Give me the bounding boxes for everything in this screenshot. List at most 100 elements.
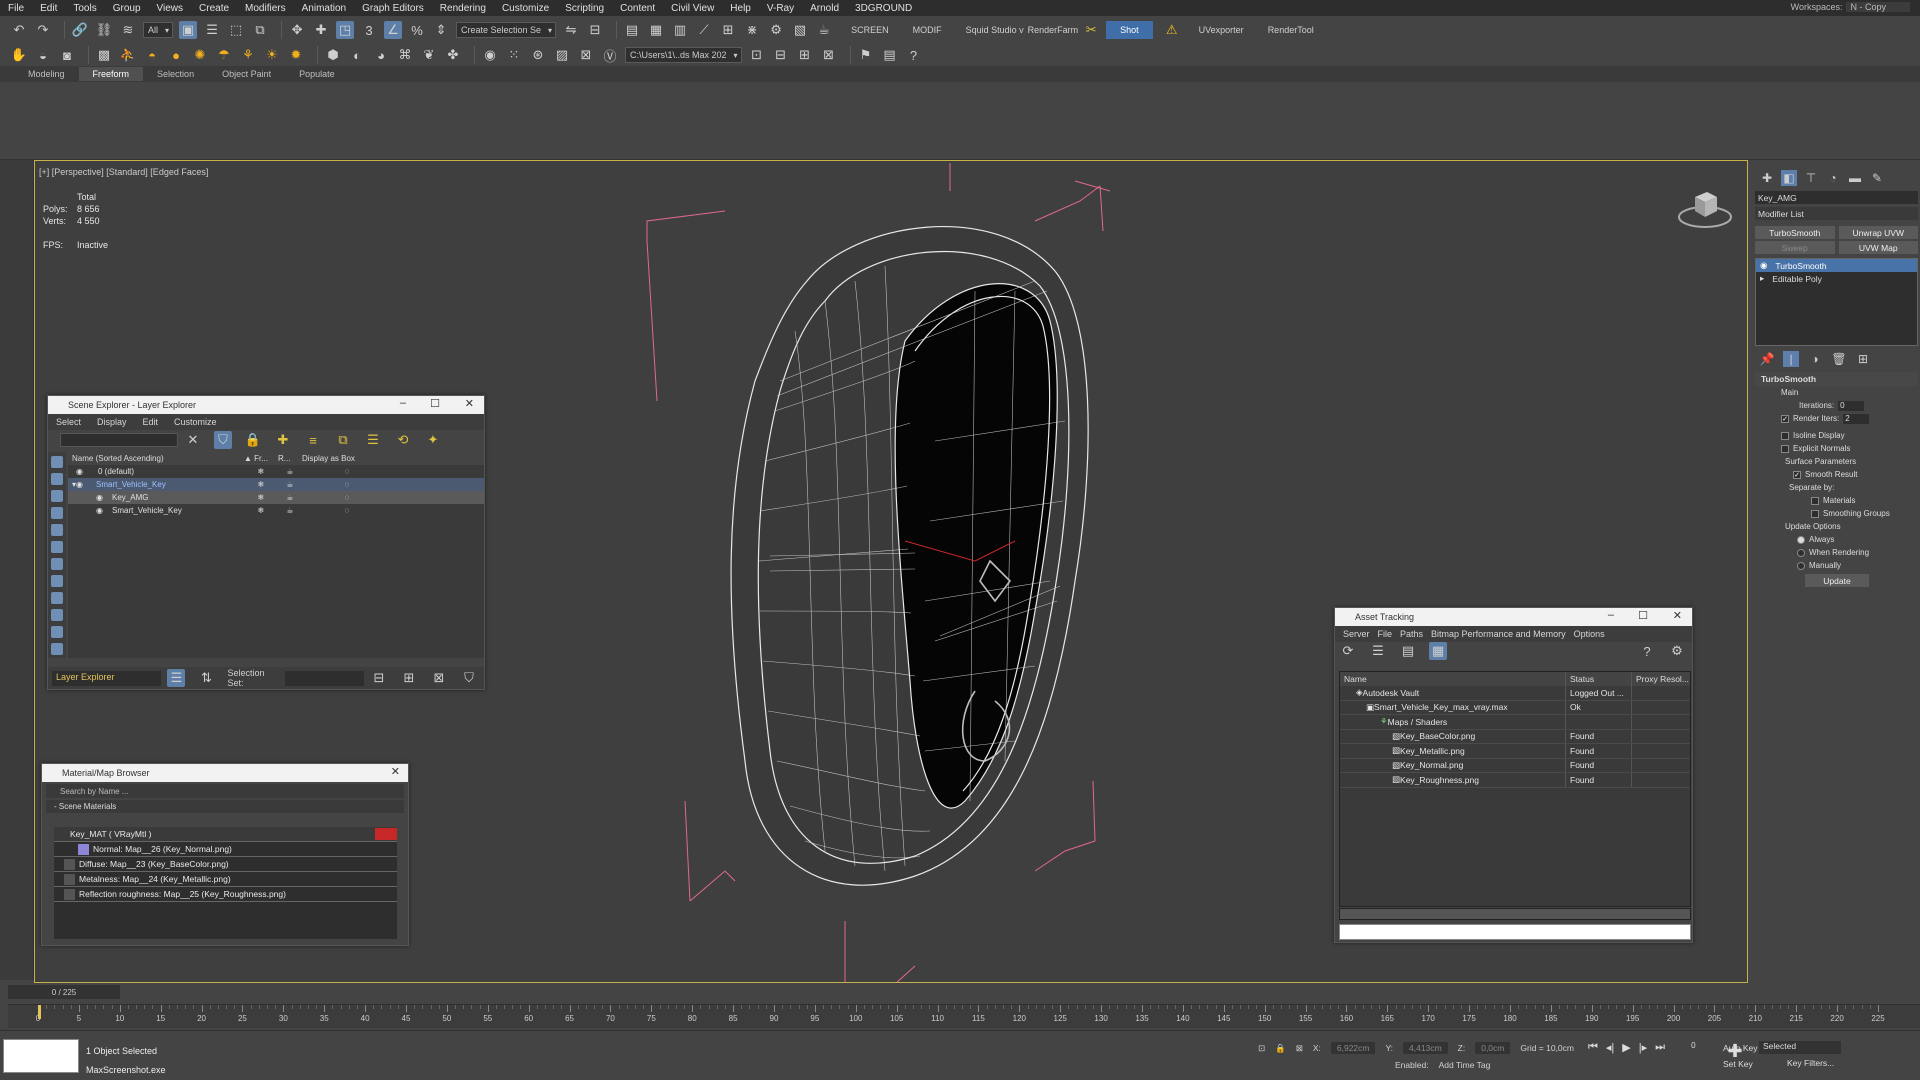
mesh-light-icon[interactable]: ⚘ [239,46,257,64]
scene-explorer-icon[interactable]: ▤ [623,21,641,39]
render-iters-spinner[interactable]: 2 [1843,413,1870,424]
selection-set-dropdown[interactable] [284,670,364,686]
vray-grass-icon[interactable]: ❦ [420,46,438,64]
funnel-icon[interactable]: ⛉ [460,669,478,687]
grid-view-icon[interactable]: ▦ [1429,642,1447,660]
schematic-view-icon[interactable]: ⊞ [719,21,737,39]
next-frame-icon[interactable]: |▸ [1639,1041,1647,1062]
menu-tools[interactable]: Tools [65,3,104,14]
spinner-snap-icon[interactable]: ⇕ [432,21,450,39]
toggle-ribbon-icon[interactable]: ▥ [671,21,689,39]
menu-customize[interactable]: Customize [174,417,217,427]
sculpt-icon[interactable]: ◒ [34,46,52,64]
spot-light-icon[interactable]: ☂ [215,46,233,64]
workspaces-dropdown[interactable]: N - Copy [1846,2,1910,12]
menu-v-ray[interactable]: V-Ray [759,3,802,14]
utilities-tab-icon[interactable]: ✎ [1869,170,1885,186]
map-item[interactable]: Reflection roughness: Map__25 (Key_Rough… [54,887,397,902]
menu-arnold[interactable]: Arnold [802,3,847,14]
menu-civil-view[interactable]: Civil View [663,3,722,14]
help-icon[interactable]: ? [1638,642,1656,660]
warning-icon[interactable]: ⚠ [1163,21,1181,39]
clear-search-icon[interactable]: ✕ [184,431,202,449]
menu-animation[interactable]: Animation [294,3,354,14]
key-selection-dropdown[interactable]: Selected [1759,1041,1841,1054]
menu-scripting[interactable]: Scripting [557,3,612,14]
material-lib-icon[interactable]: ⊛ [529,46,547,64]
select-move-icon[interactable]: ✥ [288,21,306,39]
select-rotate-icon[interactable]: ✚ [312,21,330,39]
filter-lights-icon[interactable] [51,490,63,502]
ribbon-tab-object-paint[interactable]: Object Paint [208,67,285,81]
freeze-icon[interactable]: ❄ [244,493,278,502]
rendered-frame-window-icon[interactable]: ▧ [791,21,809,39]
menu-file[interactable]: File [1378,629,1393,639]
undo-icon[interactable]: ↶ [10,21,28,39]
explicit-normals-checkbox[interactable] [1781,444,1789,453]
render-icon[interactable]: ▩ [95,46,113,64]
vfb-icon[interactable]: ▨ [553,46,571,64]
menu-views[interactable]: Views [149,3,192,14]
export-icon[interactable]: ⊠ [820,46,838,64]
go-to-end-icon[interactable]: ⏭ [1655,1041,1665,1062]
material-editor-icon[interactable]: ⋇ [743,21,761,39]
archive-icon[interactable]: ⊞ [796,46,814,64]
z-coordinate-field[interactable]: 0,0cm [1475,1042,1511,1054]
angle-snap-icon[interactable]: ∠ [384,21,403,39]
viewport-label[interactable]: [+] [Perspective] [Standard] [Edged Face… [39,167,208,177]
current-frame-marker[interactable] [38,1005,41,1019]
sphere-light-icon[interactable]: ● [167,46,185,64]
menu-3dground[interactable]: 3DGROUND [847,3,920,14]
table-row[interactable]: ◉ Key_AMG ❄ ☕ ◌ [68,491,484,504]
viewcube-icon[interactable] [1677,187,1733,231]
stack-item-turbosmooth[interactable]: ◉ TurboSmooth [1756,259,1917,272]
screen-button[interactable]: SCREEN [851,25,889,35]
link-icon[interactable]: 🔗 [71,21,89,39]
render-teapot-icon[interactable]: ☕ [278,506,302,515]
close-icon[interactable]: ✕ [1673,609,1682,622]
lock-selection-icon[interactable]: 🔒 [1275,1043,1286,1054]
isoline-checkbox[interactable] [1781,431,1789,440]
add-time-tag-button[interactable]: Add Time Tag [1439,1060,1491,1070]
box-toggle-icon[interactable]: ◌ [302,480,392,489]
help-icon[interactable]: ? [905,46,923,64]
materials-checkbox[interactable] [1811,496,1819,505]
close-icon[interactable]: ✕ [391,765,400,778]
material-browser-titlebar[interactable]: Material/Map Browser ✕ [42,764,408,782]
material-ball-icon[interactable]: ◉ [481,46,499,64]
list-icon[interactable]: ☰ [1369,642,1387,660]
vray-sphere-icon[interactable]: ◕ [372,46,390,64]
layer-hierarchy-icon[interactable]: ≡ [304,431,322,449]
col-status[interactable]: Status [1566,672,1632,686]
vray-proxy-icon[interactable]: ⬢ [324,46,342,64]
modifier-list-dropdown[interactable]: Modifier List [1755,207,1918,220]
track-bar[interactable]: 0510152025303540455055606570758085909510… [8,1004,1920,1028]
col-render[interactable]: R... [278,454,302,463]
box-toggle-icon[interactable]: ◌ [302,506,392,515]
snap-toggle-icon[interactable]: 3 [360,21,378,39]
object-name-field[interactable]: Key_AMG [1755,191,1918,204]
col-display-as-box[interactable]: Display as Box [302,454,392,463]
align-icon[interactable]: ⊟ [586,21,604,39]
smooth-result-checkbox[interactable]: ✓ [1793,470,1801,479]
layers-icon[interactable]: ☰ [364,431,382,449]
menu-server[interactable]: Server [1343,629,1370,639]
filter-geometry-icon[interactable] [51,456,63,468]
create-tab-icon[interactable]: ✚ [1759,170,1775,186]
x-coordinate-field[interactable]: 6,922cm [1330,1042,1376,1054]
rollout-title[interactable]: TurboSmooth [1755,372,1918,386]
layer-explorer-icon[interactable]: ▦ [647,21,665,39]
asset-tracking-titlebar[interactable]: Asset Tracking – ☐ ✕ [1335,608,1692,626]
freeze-icon[interactable]: ❄ [244,467,278,476]
table-row[interactable]: ▧ Key_Metallic.png Found [1340,744,1690,759]
select-by-name-icon[interactable]: ☰ [203,21,221,39]
maximize-icon[interactable]: ☐ [1638,609,1648,622]
menu-help[interactable]: Help [722,3,759,14]
render-teapot-icon[interactable]: ☕ [278,467,302,476]
asset-path-field[interactable] [1339,924,1691,940]
filter-containers-icon[interactable] [51,609,63,621]
mirror-icon[interactable]: ⇋ [562,21,580,39]
named-selection-dropdown[interactable]: Create Selection Se [456,22,557,38]
selection-filter-dropdown[interactable]: All [143,22,174,38]
show-end-result-icon[interactable]: | [1783,351,1799,367]
